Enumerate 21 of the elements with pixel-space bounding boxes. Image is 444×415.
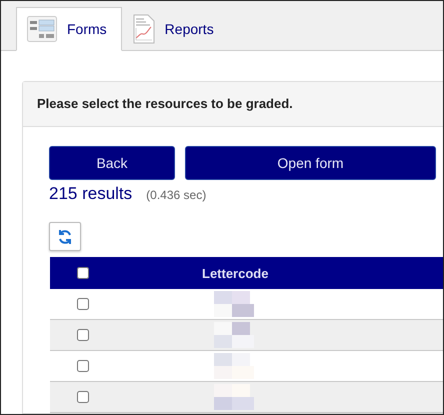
- redacted-mark: [214, 353, 254, 379]
- redacted-mark: [214, 322, 254, 348]
- select-all-checkbox[interactable]: [77, 267, 89, 279]
- redacted-mark: [214, 384, 254, 410]
- form-icon: [27, 16, 57, 42]
- result-count: 215 results: [49, 184, 132, 204]
- open-form-button[interactable]: Open form: [185, 146, 436, 180]
- chart-document-icon: [132, 14, 155, 44]
- redacted-mark: [214, 291, 254, 317]
- tab[interactable]: Reports: [122, 7, 229, 51]
- refresh-icon: [57, 228, 73, 244]
- refresh-button[interactable]: [49, 222, 81, 251]
- back-button[interactable]: Back: [49, 146, 175, 180]
- row-checkbox[interactable]: [77, 360, 89, 372]
- tab[interactable]: Forms: [16, 7, 122, 51]
- column-header[interactable]: Lettercode: [202, 266, 268, 280]
- result-time: (0.436 sec): [146, 188, 206, 202]
- row-checkbox[interactable]: [77, 329, 89, 341]
- panel-title: Please select the resources to be graded.: [37, 96, 293, 111]
- row-checkbox[interactable]: [77, 298, 89, 310]
- row-checkbox[interactable]: [77, 391, 89, 403]
